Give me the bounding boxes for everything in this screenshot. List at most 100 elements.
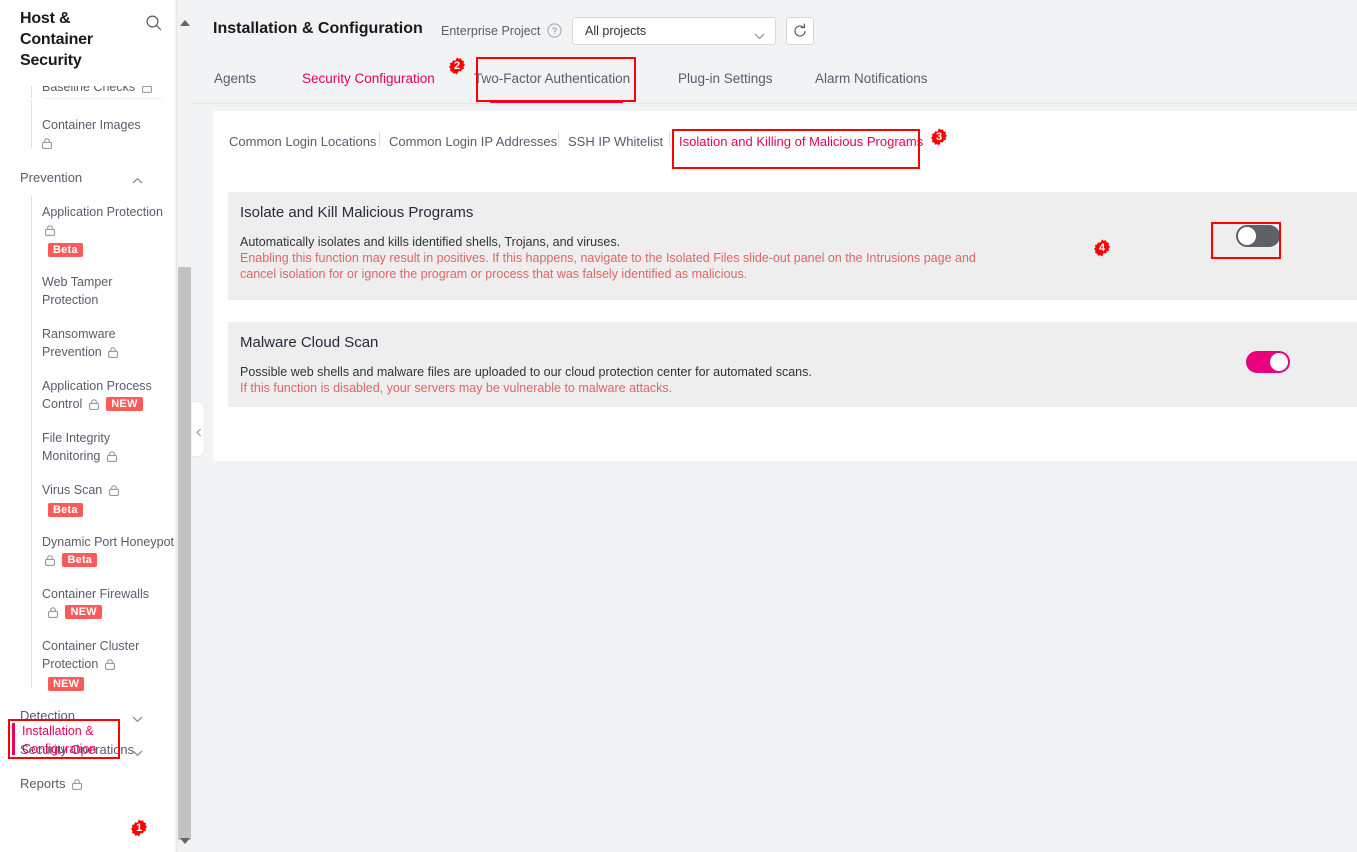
annotation-number: 1 bbox=[135, 822, 143, 834]
tab-plug-in-settings[interactable]: Plug-in Settings bbox=[678, 71, 773, 86]
annotation-number: 3 bbox=[935, 131, 943, 143]
sidebar: Host & Container Security Baseline Check… bbox=[0, 0, 175, 852]
sidebar-item-label: Web Tamper Protection bbox=[42, 275, 113, 307]
sidebar-item-virus-scan[interactable]: Virus Scan Beta bbox=[42, 481, 170, 519]
sidebar-collapse-handle[interactable] bbox=[192, 401, 205, 457]
tab-security-configuration[interactable]: Security Configuration bbox=[302, 71, 435, 86]
subtab-common-login-ip-addresses[interactable]: Common Login IP Addresses bbox=[389, 134, 557, 149]
chevron-down-icon bbox=[132, 711, 143, 723]
lock-icon bbox=[108, 483, 119, 501]
toggle-knob bbox=[1270, 353, 1288, 371]
badge-new: NEW bbox=[106, 397, 143, 411]
annotation-badge-3: 3 bbox=[930, 128, 948, 146]
annotation-badge-1: 1 bbox=[130, 819, 148, 837]
badge-beta: Beta bbox=[48, 503, 83, 517]
main-content: Installation & Configuration Enterprise … bbox=[192, 0, 1357, 852]
panel-isolate-and-kill-malicious-programs: Isolate and Kill Malicious Programs Auto… bbox=[228, 192, 1357, 300]
panel-malware-cloud-scan: Malware Cloud Scan Possible web shells a… bbox=[228, 322, 1357, 407]
sidebar-item-application-process-control[interactable]: Application Process Control NEW bbox=[42, 377, 174, 415]
tab-agents[interactable]: Agents bbox=[214, 71, 256, 86]
scroll-down-arrow-icon[interactable] bbox=[180, 838, 190, 844]
annotation-number: 2 bbox=[453, 60, 461, 72]
subtab-divider bbox=[669, 131, 670, 147]
panel-description: Possible web shells and malware files ar… bbox=[240, 365, 812, 379]
search-icon[interactable] bbox=[145, 14, 163, 32]
highlight-box-toggle-isolate-kill bbox=[1211, 222, 1281, 259]
active-indicator-bar bbox=[12, 723, 15, 755]
sidebar-header: Host & Container Security bbox=[0, 0, 175, 86]
panel-description: Automatically isolates and kills identif… bbox=[240, 235, 621, 249]
lock-icon bbox=[72, 778, 83, 793]
annotation-badge-2: 2 bbox=[448, 57, 466, 75]
lock-icon bbox=[42, 136, 52, 154]
page-header: Installation & Configuration Enterprise … bbox=[192, 0, 1357, 56]
sidebar-item-application-protection[interactable]: Application Protection Beta bbox=[42, 203, 170, 259]
sidebar-item-label: Container Firewalls bbox=[42, 587, 149, 601]
lock-icon bbox=[45, 553, 55, 571]
product-title: Host & Container Security bbox=[20, 10, 93, 69]
chevron-left-icon bbox=[196, 425, 202, 437]
lock-icon bbox=[108, 345, 119, 363]
sidebar-item-container-firewalls[interactable]: Container Firewalls NEW bbox=[42, 585, 174, 623]
subtab-ssh-ip-whitelist[interactable]: SSH IP Whitelist bbox=[568, 134, 663, 149]
panel-title: Isolate and Kill Malicious Programs bbox=[240, 204, 474, 221]
sidebar-item-label: Container Images bbox=[42, 118, 141, 132]
badge-beta: Beta bbox=[48, 243, 83, 257]
sidebar-group-label: Prevention bbox=[20, 170, 83, 185]
nav-divider bbox=[42, 98, 162, 99]
lock-icon bbox=[48, 605, 58, 623]
chevron-down-icon bbox=[132, 745, 143, 757]
highlight-box-security-configuration bbox=[476, 57, 636, 102]
panel-warning: If this function is disabled, your serve… bbox=[240, 381, 673, 395]
highlight-box-isolation-killing bbox=[672, 129, 920, 169]
sidebar-item-label: Virus Scan bbox=[42, 483, 103, 497]
project-select[interactable]: All projects bbox=[572, 17, 776, 45]
sidebar-item-label: Container Cluster Protection bbox=[42, 639, 140, 671]
lock-icon bbox=[106, 449, 117, 467]
annotation-number: 4 bbox=[1098, 242, 1106, 254]
nav-rail bbox=[31, 100, 32, 148]
project-select-value: All projects bbox=[585, 24, 647, 38]
sidebar-item-baseline-checks[interactable]: Baseline Checks bbox=[0, 84, 175, 98]
annotation-badge-4: 4 bbox=[1093, 239, 1111, 257]
svg-text:?: ? bbox=[552, 26, 557, 36]
enterprise-project-label: Enterprise Project bbox=[441, 24, 541, 38]
question-circle-icon[interactable]: ? bbox=[547, 23, 562, 38]
sidebar-item-label: Application Protection bbox=[42, 205, 163, 219]
sidebar-item-ransomware-prevention[interactable]: Ransomware Prevention bbox=[42, 325, 170, 363]
sidebar-item-reports[interactable]: Reports bbox=[20, 776, 160, 793]
refresh-button[interactable] bbox=[786, 17, 814, 45]
nav-rail bbox=[31, 84, 32, 98]
badge-beta: Beta bbox=[62, 553, 98, 567]
badge-new: NEW bbox=[48, 677, 85, 691]
sidebar-item-label: Reports bbox=[20, 776, 66, 791]
scroll-up-arrow-icon[interactable] bbox=[180, 20, 190, 26]
lock-icon bbox=[141, 84, 152, 98]
panel-warning: Enabling this function may result in pos… bbox=[240, 251, 976, 281]
sidebar-item-label: Ransomware Prevention bbox=[42, 327, 116, 359]
sidebar-item-dynamic-port-honeypot[interactable]: Dynamic Port Honeypot Beta bbox=[42, 533, 174, 571]
sidebar-item-label: File Integrity Monitoring bbox=[42, 431, 111, 463]
sidebar-item-container-cluster-protection[interactable]: Container Cluster Protection NEW bbox=[42, 637, 170, 693]
lock-icon bbox=[45, 223, 55, 241]
sidebar-group-prevention[interactable]: Prevention bbox=[20, 170, 160, 185]
subtab-common-login-locations[interactable]: Common Login Locations bbox=[229, 134, 376, 149]
sidebar-item-installation-configuration[interactable]: Installation & Configuration bbox=[22, 722, 122, 758]
subtab-divider bbox=[379, 131, 380, 147]
panel-title: Malware Cloud Scan bbox=[240, 334, 379, 351]
chevron-down-icon bbox=[754, 28, 765, 40]
nav-rail bbox=[31, 196, 32, 688]
badge-new: NEW bbox=[65, 605, 102, 619]
page-title: Installation & Configuration bbox=[213, 20, 423, 37]
chevron-up-icon bbox=[132, 173, 143, 184]
tab-alarm-notifications[interactable]: Alarm Notifications bbox=[815, 71, 928, 86]
toggle-malware-cloud-scan[interactable] bbox=[1246, 351, 1290, 373]
sidebar-item-file-integrity-monitoring[interactable]: File Integrity Monitoring bbox=[42, 429, 170, 467]
lock-icon bbox=[88, 397, 99, 415]
lock-icon bbox=[104, 657, 115, 675]
sidebar-item-web-tamper-protection[interactable]: Web Tamper Protection bbox=[42, 273, 170, 309]
content-card: Common Login Locations Common Login IP A… bbox=[213, 111, 1357, 461]
sidebar-scrollbar-thumb[interactable] bbox=[178, 267, 191, 840]
sidebar-item-container-images[interactable]: Container Images bbox=[42, 116, 170, 154]
sidebar-item-label: Dynamic Port Honeypot bbox=[42, 535, 175, 549]
